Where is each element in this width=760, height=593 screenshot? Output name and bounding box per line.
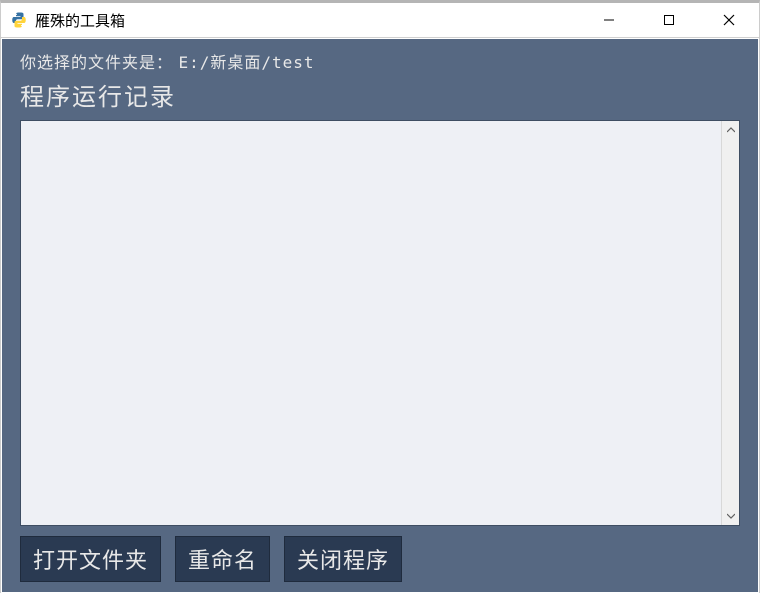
- log-panel: [20, 120, 740, 526]
- minimize-button[interactable]: [579, 3, 639, 37]
- log-scrollbar[interactable]: [721, 121, 739, 525]
- folder-label: 你选择的文件夹是：: [20, 55, 173, 72]
- rename-button[interactable]: 重命名: [175, 536, 270, 582]
- close-program-button[interactable]: 关闭程序: [284, 536, 402, 582]
- title-bar: 雁殊的工具箱: [1, 3, 759, 38]
- maximize-button[interactable]: [639, 3, 699, 37]
- selected-folder-line: 你选择的文件夹是： E:/新桌面/test: [20, 49, 740, 73]
- button-row: 打开文件夹 重命名 关闭程序: [20, 536, 740, 582]
- scroll-down-arrow[interactable]: [722, 507, 739, 525]
- window-title: 雁殊的工具箱: [35, 10, 125, 31]
- scroll-up-arrow[interactable]: [722, 121, 739, 139]
- folder-path: E:/新桌面/test: [178, 53, 314, 72]
- log-title: 程序运行记录: [20, 77, 740, 112]
- app-icon: [9, 10, 29, 30]
- open-folder-button[interactable]: 打开文件夹: [20, 536, 161, 582]
- log-textarea[interactable]: [21, 121, 721, 525]
- client-area: 你选择的文件夹是： E:/新桌面/test 程序运行记录 打开文件夹 重命名 关…: [2, 39, 758, 592]
- close-button[interactable]: [699, 3, 759, 37]
